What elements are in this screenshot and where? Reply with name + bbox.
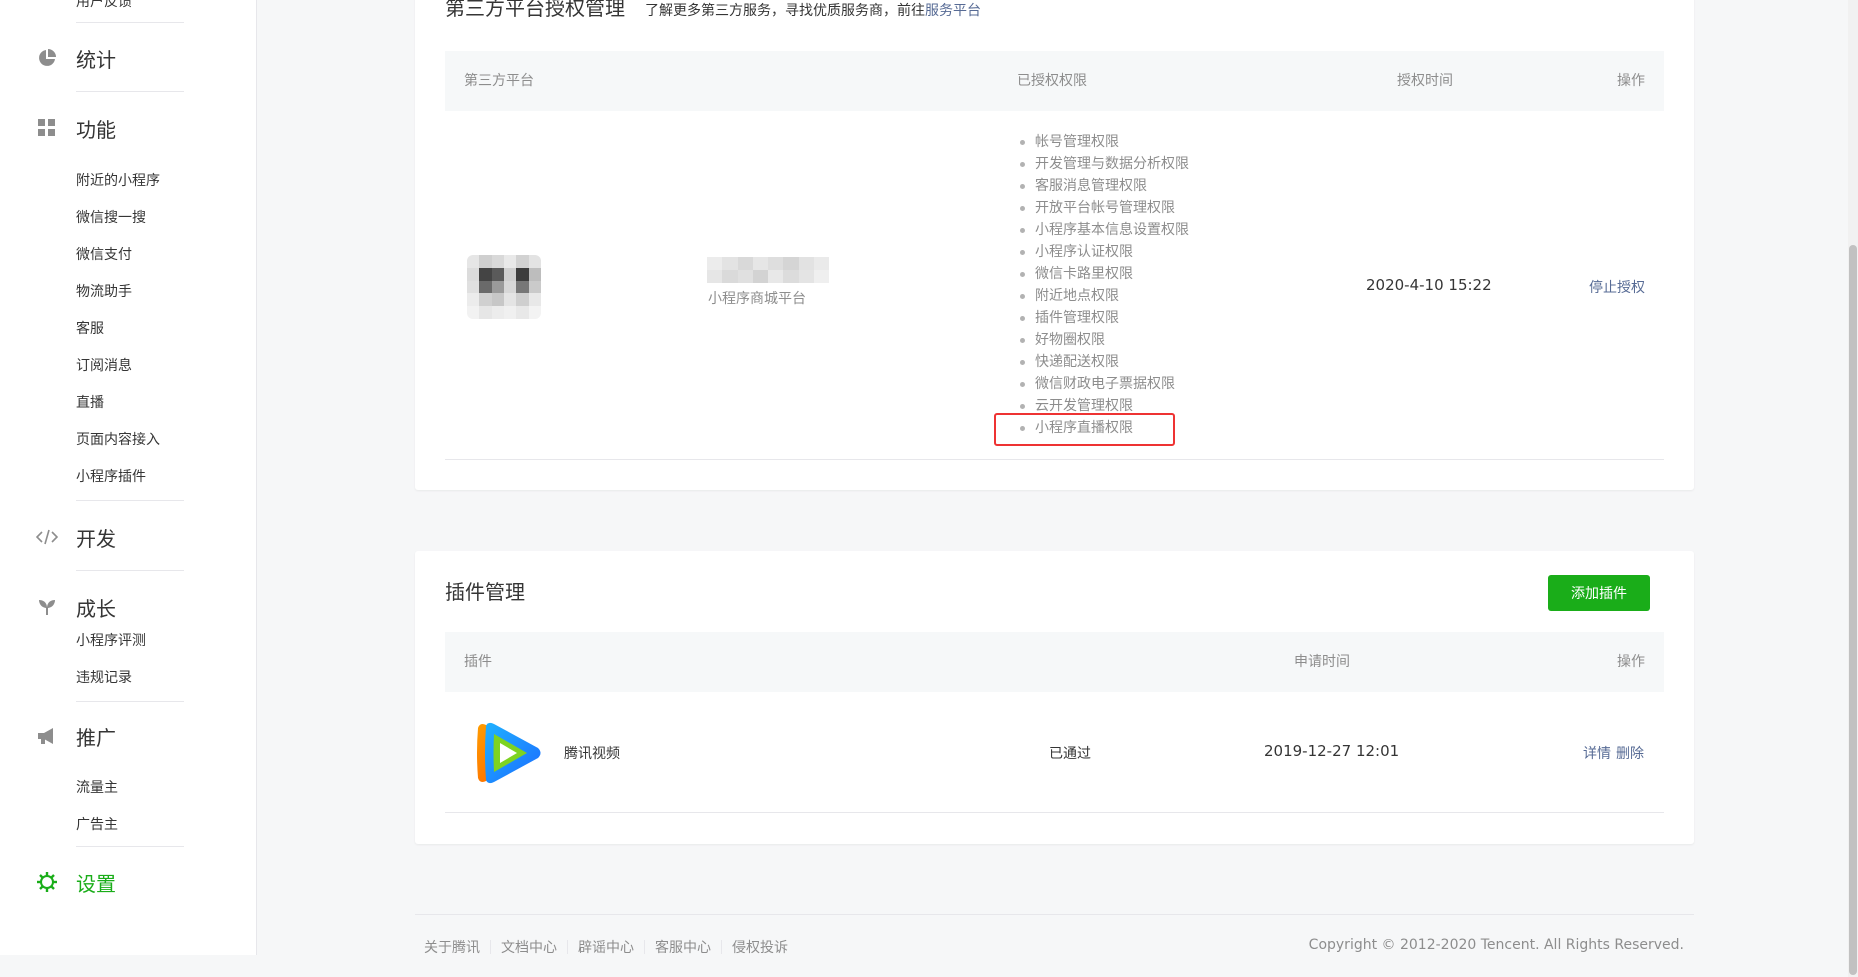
permission-item: 帐号管理权限: [1017, 131, 1189, 153]
plugin-table-header: 插件 申请时间 操作: [445, 632, 1664, 692]
copyright: Copyright © 2012-2020 Tencent. All Right…: [1308, 937, 1684, 953]
gear-icon: [36, 871, 58, 893]
col-platform: 第三方平台: [464, 73, 534, 89]
sidebar-item-logistics[interactable]: 物流助手: [76, 281, 132, 301]
sidebar-divider: [76, 500, 184, 501]
auth-section-desc: 了解更多第三方服务，寻找优质服务商，前往服务平台: [645, 0, 981, 20]
col-action: 操作: [1617, 73, 1645, 89]
permission-item: 快递配送权限: [1017, 351, 1189, 373]
sidebar-section-label: 设置: [76, 871, 116, 896]
footer-links: 关于腾讯 文档中心 辟谣中心 客服中心 侵权投诉: [424, 937, 788, 957]
sidebar-item-traffic[interactable]: 流量主: [76, 777, 118, 797]
col-auth-time: 授权时间: [1397, 73, 1453, 89]
sidebar-item-subscribe[interactable]: 订阅消息: [76, 355, 132, 375]
stop-auth-link[interactable]: 停止授权: [1589, 277, 1645, 297]
footer-link-about[interactable]: 关于腾讯: [424, 937, 480, 957]
sidebar-item-nearby[interactable]: 附近的小程序: [76, 170, 160, 190]
sidebar-item-pay[interactable]: 微信支付: [76, 244, 132, 264]
sidebar-section-label: 推广: [76, 725, 116, 750]
sidebar-section-stats[interactable]: 统计: [36, 42, 116, 74]
sidebar-section-label: 开发: [76, 526, 116, 551]
sidebar-item-service[interactable]: 客服: [76, 318, 104, 338]
sidebar-divider: [76, 22, 184, 23]
sidebar-divider: [76, 91, 184, 92]
scrollbar-thumb[interactable]: [1849, 245, 1857, 975]
platform-label: 小程序商城平台: [708, 291, 806, 307]
plugin-delete-link[interactable]: 删除: [1616, 743, 1644, 763]
sidebar-section-settings[interactable]: 设置: [36, 866, 116, 898]
permission-item: 客服消息管理权限: [1017, 175, 1189, 197]
sidebar-section-dev[interactable]: 开发: [36, 521, 116, 553]
sidebar-item-feedback[interactable]: 用户反馈: [76, 0, 132, 11]
sidebar-section-label: 成长: [76, 596, 116, 621]
col-plugin: 插件: [464, 654, 492, 670]
sidebar-item-content[interactable]: 页面内容接入: [76, 429, 160, 449]
footer-separator: [644, 940, 645, 954]
code-icon: [36, 526, 58, 548]
footer-separator: [721, 940, 722, 954]
highlight-box: [994, 413, 1175, 446]
footer-link-service[interactable]: 客服中心: [655, 937, 711, 957]
permission-item: 开发管理与数据分析权限: [1017, 153, 1189, 175]
permission-item: 小程序基本信息设置权限: [1017, 219, 1189, 241]
permission-item: 小程序认证权限: [1017, 241, 1189, 263]
permission-list: 帐号管理权限 开发管理与数据分析权限 客服消息管理权限 开放平台帐号管理权限 小程序基本…: [1017, 131, 1189, 439]
tencent-video-logo-icon: [477, 722, 541, 784]
sidebar-section-promote[interactable]: 推广: [36, 720, 116, 752]
sprout-icon: [36, 596, 58, 618]
plugin-name: 腾讯视频: [564, 746, 620, 762]
footer-separator: [567, 940, 568, 954]
plugin-detail-link[interactable]: 详情: [1583, 743, 1611, 763]
sidebar-divider: [76, 846, 184, 847]
permission-item: 开放平台帐号管理权限: [1017, 197, 1189, 219]
row-divider: [445, 812, 1664, 813]
plugin-card: [415, 551, 1694, 844]
plugin-status: 已通过: [1049, 746, 1091, 762]
footer-divider: [415, 914, 1694, 915]
scrollbar[interactable]: [1848, 0, 1858, 977]
sidebar-item-live[interactable]: 直播: [76, 392, 104, 412]
row-divider: [445, 459, 1664, 460]
sidebar-item-plugin[interactable]: 小程序插件: [76, 466, 146, 486]
plugin-apply-time: 2019-12-27 12:01: [1264, 742, 1400, 760]
permission-item: 好物圈权限: [1017, 329, 1189, 351]
sidebar-section-label: 统计: [76, 47, 116, 72]
platform-name-blurred: [707, 257, 829, 283]
sidebar-item-search[interactable]: 微信搜一搜: [76, 207, 146, 227]
sidebar-section-growth[interactable]: 成长: [36, 591, 116, 623]
sidebar: 用户反馈 统计 功能 附近的小程序 微信搜一搜 微信支付 物流助手 客服 订阅消…: [0, 0, 257, 955]
footer-link-infringe[interactable]: 侵权投诉: [732, 937, 788, 957]
grid-icon: [36, 117, 58, 139]
add-plugin-button[interactable]: 添加插件: [1548, 575, 1650, 611]
sidebar-section-label: 功能: [76, 117, 116, 142]
sidebar-divider: [76, 701, 184, 702]
permission-item: 插件管理权限: [1017, 307, 1189, 329]
auth-desc-text: 了解更多第三方服务，寻找优质服务商，前往: [645, 3, 925, 19]
sidebar-section-features[interactable]: 功能: [36, 112, 116, 144]
sidebar-item-advertiser[interactable]: 广告主: [76, 814, 118, 834]
pie-chart-icon: [36, 47, 58, 69]
auth-table-header: 第三方平台 已授权权限 授权时间 操作: [445, 51, 1664, 111]
footer-link-docs[interactable]: 文档中心: [501, 937, 557, 957]
permission-item: 微信卡路里权限: [1017, 263, 1189, 285]
footer-link-rumor[interactable]: 辟谣中心: [578, 937, 634, 957]
permission-item: 微信财政电子票据权限: [1017, 373, 1189, 395]
col-apply-time: 申请时间: [1294, 654, 1350, 670]
auth-section-title: 第三方平台授权管理: [445, 0, 625, 20]
platform-avatar: [467, 255, 541, 319]
col-action: 操作: [1617, 654, 1645, 670]
sidebar-divider: [76, 570, 184, 571]
sidebar-item-review[interactable]: 小程序评测: [76, 630, 146, 650]
plugin-section-title: 插件管理: [445, 580, 525, 604]
permission-item: 附近地点权限: [1017, 285, 1189, 307]
footer-separator: [490, 940, 491, 954]
megaphone-icon: [36, 725, 58, 747]
sidebar-item-violation[interactable]: 违规记录: [76, 667, 132, 687]
service-platform-link[interactable]: 服务平台: [925, 3, 981, 19]
auth-time: 2020-4-10 15:22: [1366, 276, 1492, 294]
col-permissions: 已授权权限: [1017, 73, 1087, 89]
